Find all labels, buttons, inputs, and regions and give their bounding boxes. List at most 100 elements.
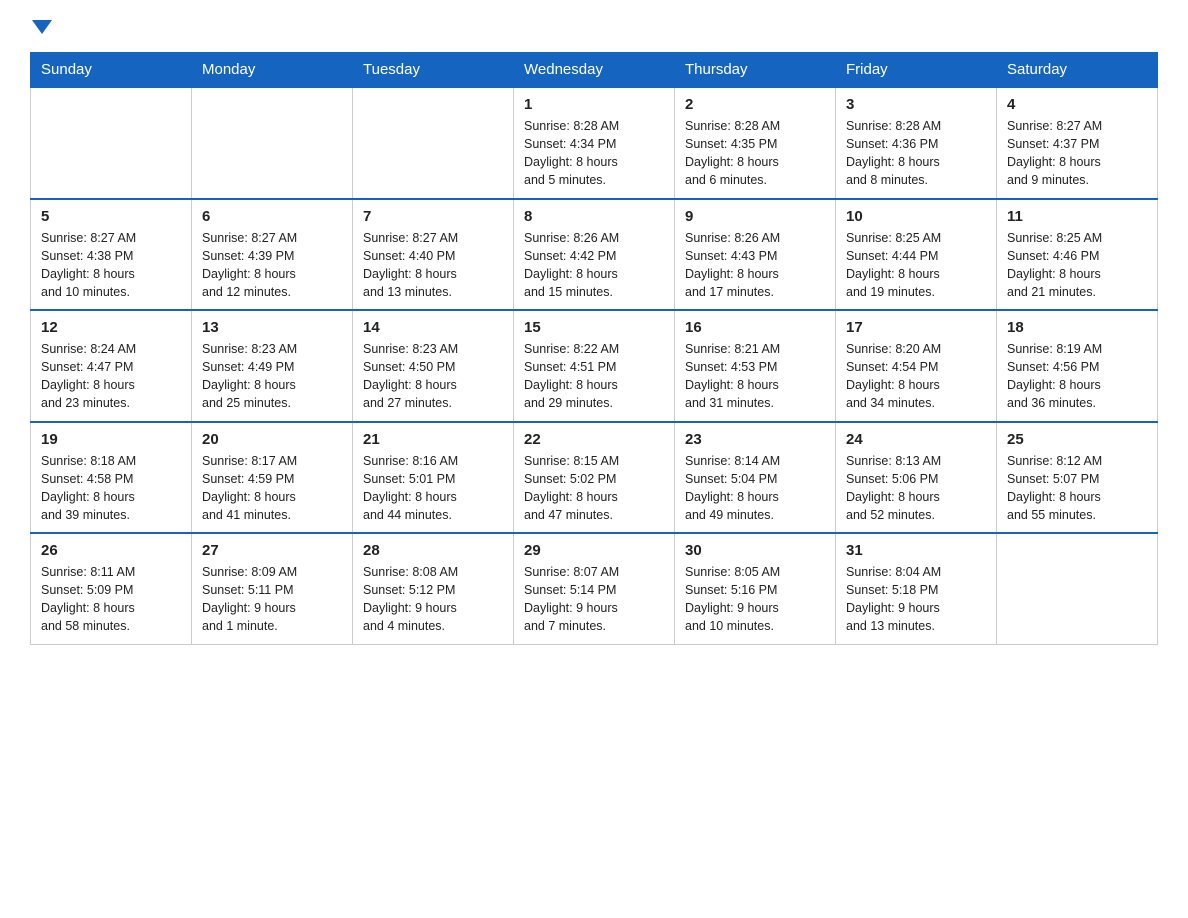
day-cell-30: 30Sunrise: 8:05 AM Sunset: 5:16 PM Dayli… [675,533,836,644]
day-number: 8 [524,208,664,225]
week-row-3: 12 Sunrise: 8:24 AM Sunset: 4:47 PM Dayli… [31,310,1158,422]
day-number: 9 [685,208,825,225]
day-info: Sunrise: 8:28 AM Sunset: 4:34 PM Dayligh… [524,117,664,190]
logo [30,20,52,34]
day-cell-28: 28Sunrise: 8:08 AM Sunset: 5:12 PM Dayli… [353,533,514,644]
day-cell-6: 6 Sunrise: 8:27 AM Sunset: 4:39 PM Daylig… [192,199,353,311]
day-info: Sunrise: 8:07 AM Sunset: 5:14 PM Dayligh… [524,563,664,636]
day-number: 18 [1007,319,1147,336]
day-number: 31 [846,542,986,559]
day-cell-31: 31 Sunrise: 8:04 AM Sunset: 5:18 PM Dayli… [836,533,997,644]
day-number: 12 [41,319,181,336]
day-number: 1 [524,96,664,113]
day-number: 23 [685,431,825,448]
day-info: Sunrise: 8:23 AM Sunset: 4:49 PM Dayligh… [202,340,342,413]
day-info: Sunrise: 8:27 AM Sunset: 4:39 PM Dayligh… [202,229,342,302]
day-cell-20: 20Sunrise: 8:17 AM Sunset: 4:59 PM Dayli… [192,422,353,534]
day-cell-14: 14 Sunrise: 8:23 AM Sunset: 4:50 PM Dayli… [353,310,514,422]
day-info: Sunrise: 8:25 AM Sunset: 4:44 PM Dayligh… [846,229,986,302]
col-header-sunday: Sunday [31,53,192,88]
day-info: Sunrise: 8:26 AM Sunset: 4:43 PM Dayligh… [685,229,825,302]
day-info: Sunrise: 8:28 AM Sunset: 4:35 PM Dayligh… [685,117,825,190]
header [30,20,1158,34]
day-number: 29 [524,542,664,559]
day-number: 16 [685,319,825,336]
empty-cell [192,87,353,199]
day-info: Sunrise: 8:12 AM Sunset: 5:07 PM Dayligh… [1007,452,1147,525]
day-info: Sunrise: 8:08 AM Sunset: 5:12 PM Dayligh… [363,563,503,636]
day-cell-4: 4 Sunrise: 8:27 AM Sunset: 4:37 PM Daylig… [997,87,1158,199]
day-number: 25 [1007,431,1147,448]
week-row-4: 19Sunrise: 8:18 AM Sunset: 4:58 PM Dayli… [31,422,1158,534]
day-number: 4 [1007,96,1147,113]
day-number: 7 [363,208,503,225]
day-info: Sunrise: 8:23 AM Sunset: 4:50 PM Dayligh… [363,340,503,413]
empty-cell [31,87,192,199]
day-number: 10 [846,208,986,225]
day-number: 22 [524,431,664,448]
col-header-wednesday: Wednesday [514,53,675,88]
day-cell-3: 3 Sunrise: 8:28 AM Sunset: 4:36 PM Daylig… [836,87,997,199]
day-cell-8: 8 Sunrise: 8:26 AM Sunset: 4:42 PM Daylig… [514,199,675,311]
day-number: 21 [363,431,503,448]
day-info: Sunrise: 8:13 AM Sunset: 5:06 PM Dayligh… [846,452,986,525]
day-number: 3 [846,96,986,113]
day-info: Sunrise: 8:21 AM Sunset: 4:53 PM Dayligh… [685,340,825,413]
day-number: 14 [363,319,503,336]
day-cell-27: 27Sunrise: 8:09 AM Sunset: 5:11 PM Dayli… [192,533,353,644]
calendar-header-row: SundayMondayTuesdayWednesdayThursdayFrid… [31,53,1158,88]
day-cell-17: 17 Sunrise: 8:20 AM Sunset: 4:54 PM Dayli… [836,310,997,422]
day-info: Sunrise: 8:19 AM Sunset: 4:56 PM Dayligh… [1007,340,1147,413]
day-cell-19: 19Sunrise: 8:18 AM Sunset: 4:58 PM Dayli… [31,422,192,534]
day-cell-29: 29 Sunrise: 8:07 AM Sunset: 5:14 PM Dayli… [514,533,675,644]
col-header-friday: Friday [836,53,997,88]
week-row-1: 1 Sunrise: 8:28 AM Sunset: 4:34 PM Daylig… [31,87,1158,199]
day-info: Sunrise: 8:27 AM Sunset: 4:40 PM Dayligh… [363,229,503,302]
day-number: 15 [524,319,664,336]
day-cell-7: 7 Sunrise: 8:27 AM Sunset: 4:40 PM Daylig… [353,199,514,311]
day-number: 17 [846,319,986,336]
day-info: Sunrise: 8:16 AM Sunset: 5:01 PM Dayligh… [363,452,503,525]
day-info: Sunrise: 8:25 AM Sunset: 4:46 PM Dayligh… [1007,229,1147,302]
day-info: Sunrise: 8:04 AM Sunset: 5:18 PM Dayligh… [846,563,986,636]
col-header-monday: Monday [192,53,353,88]
week-row-2: 5 Sunrise: 8:27 AM Sunset: 4:38 PM Daylig… [31,199,1158,311]
empty-cell [997,533,1158,644]
day-number: 6 [202,208,342,225]
day-cell-25: 25 Sunrise: 8:12 AM Sunset: 5:07 PM Dayli… [997,422,1158,534]
day-cell-2: 2 Sunrise: 8:28 AM Sunset: 4:35 PM Daylig… [675,87,836,199]
day-info: Sunrise: 8:24 AM Sunset: 4:47 PM Dayligh… [41,340,181,413]
day-info: Sunrise: 8:26 AM Sunset: 4:42 PM Dayligh… [524,229,664,302]
day-number: 2 [685,96,825,113]
day-number: 24 [846,431,986,448]
day-cell-12: 12 Sunrise: 8:24 AM Sunset: 4:47 PM Dayli… [31,310,192,422]
day-number: 13 [202,319,342,336]
col-header-tuesday: Tuesday [353,53,514,88]
day-cell-11: 11 Sunrise: 8:25 AM Sunset: 4:46 PM Dayli… [997,199,1158,311]
day-cell-26: 26Sunrise: 8:11 AM Sunset: 5:09 PM Dayli… [31,533,192,644]
day-info: Sunrise: 8:28 AM Sunset: 4:36 PM Dayligh… [846,117,986,190]
day-cell-18: 18 Sunrise: 8:19 AM Sunset: 4:56 PM Dayli… [997,310,1158,422]
day-cell-5: 5 Sunrise: 8:27 AM Sunset: 4:38 PM Daylig… [31,199,192,311]
day-cell-9: 9 Sunrise: 8:26 AM Sunset: 4:43 PM Daylig… [675,199,836,311]
day-info: Sunrise: 8:27 AM Sunset: 4:37 PM Dayligh… [1007,117,1147,190]
day-info: Sunrise: 8:17 AM Sunset: 4:59 PM Dayligh… [202,452,342,525]
day-number: 30 [685,542,825,559]
day-info: Sunrise: 8:22 AM Sunset: 4:51 PM Dayligh… [524,340,664,413]
day-number: 5 [41,208,181,225]
day-info: Sunrise: 8:11 AM Sunset: 5:09 PM Dayligh… [41,563,181,636]
day-cell-13: 13 Sunrise: 8:23 AM Sunset: 4:49 PM Dayli… [192,310,353,422]
calendar-table: SundayMondayTuesdayWednesdayThursdayFrid… [30,52,1158,645]
day-info: Sunrise: 8:27 AM Sunset: 4:38 PM Dayligh… [41,229,181,302]
day-cell-16: 16 Sunrise: 8:21 AM Sunset: 4:53 PM Dayli… [675,310,836,422]
day-number: 27 [202,542,342,559]
day-cell-1: 1 Sunrise: 8:28 AM Sunset: 4:34 PM Daylig… [514,87,675,199]
day-cell-10: 10 Sunrise: 8:25 AM Sunset: 4:44 PM Dayli… [836,199,997,311]
empty-cell [353,87,514,199]
day-cell-15: 15 Sunrise: 8:22 AM Sunset: 4:51 PM Dayli… [514,310,675,422]
day-info: Sunrise: 8:20 AM Sunset: 4:54 PM Dayligh… [846,340,986,413]
day-cell-22: 22Sunrise: 8:15 AM Sunset: 5:02 PM Dayli… [514,422,675,534]
day-number: 11 [1007,208,1147,225]
week-row-5: 26Sunrise: 8:11 AM Sunset: 5:09 PM Dayli… [31,533,1158,644]
col-header-saturday: Saturday [997,53,1158,88]
